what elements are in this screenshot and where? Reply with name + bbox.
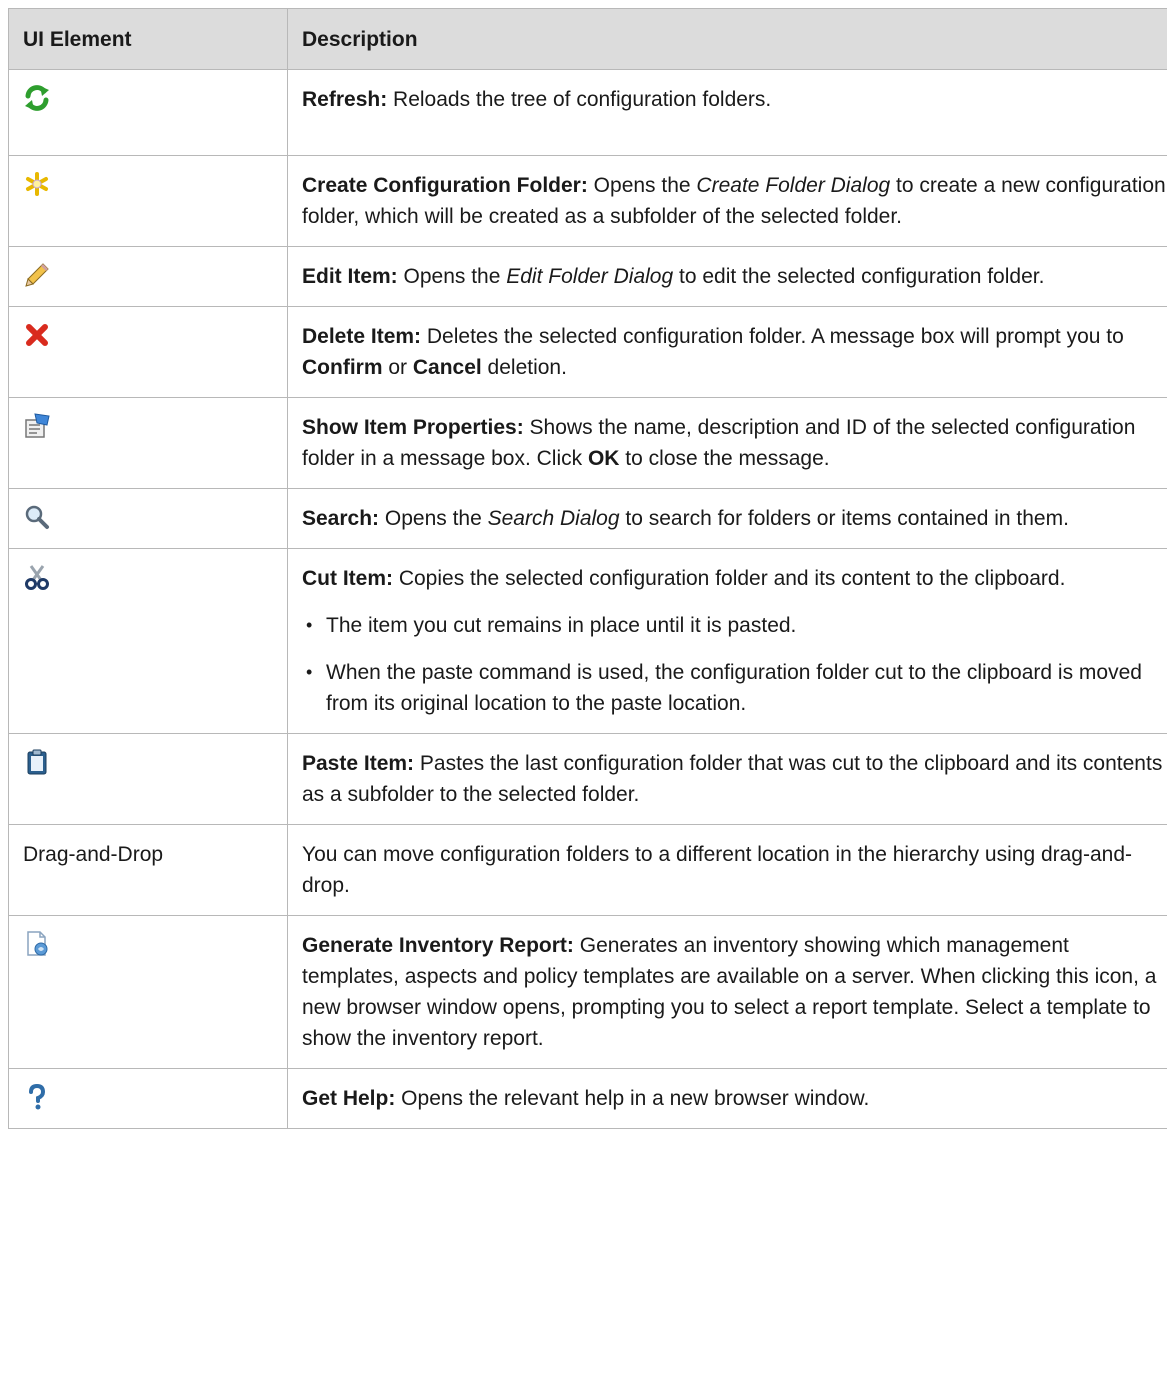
- description-cell: You can move configuration folders to a …: [287, 824, 1167, 916]
- ui-element-cell: [8, 733, 288, 825]
- table-row-search: Search: Opens the Search Dialog to searc…: [8, 488, 1167, 549]
- delete-icon: [26, 324, 48, 346]
- element-name: Refresh:: [302, 88, 388, 111]
- description-text: deletion.: [481, 356, 567, 379]
- description-text: Opens the: [397, 265, 507, 288]
- element-name: Edit Item:: [302, 265, 398, 288]
- description-text: to edit the selected configuration folde…: [673, 265, 1045, 288]
- ui-element-cell: Drag-and-Drop: [8, 824, 288, 916]
- ui-element-cell: [8, 1068, 288, 1129]
- description-cell: Refresh: Reloads the tree of configurati…: [287, 69, 1167, 156]
- description-text: Opens the relevant help in a new browser…: [395, 1087, 870, 1110]
- description-cell: Create Configuration Folder: Opens the C…: [287, 155, 1167, 247]
- list-item: When the paste command is used, the conf…: [306, 657, 1167, 719]
- description-text: to close the message.: [619, 447, 830, 470]
- ui-element-cell: [8, 246, 288, 307]
- ui-element-cell: [8, 306, 288, 398]
- element-name: Search:: [302, 507, 380, 530]
- table-row-inventory-report: Generate Inventory Report: Generates an …: [8, 915, 1167, 1069]
- table-row-refresh: Refresh: Reloads the tree of configurati…: [8, 69, 1167, 156]
- element-name: Show Item Properties:: [302, 416, 524, 439]
- ui-element-cell: [8, 548, 288, 734]
- ui-element-cell: [8, 488, 288, 549]
- description-cell: Search: Opens the Search Dialog to searc…: [287, 488, 1167, 549]
- table-row-edit-item: Edit Item: Opens the Edit Folder Dialog …: [8, 246, 1167, 307]
- ui-element-cell: [8, 155, 288, 247]
- element-name: Get Help:: [302, 1087, 396, 1110]
- element-name: Create Configuration Folder:: [302, 174, 588, 197]
- element-name: Cut Item:: [302, 567, 393, 590]
- confirm-label: Confirm: [302, 356, 383, 379]
- description-text: or: [382, 356, 413, 379]
- create-folder-icon: [26, 172, 48, 196]
- help-icon: [29, 1083, 46, 1110]
- ui-element-cell: [8, 69, 288, 156]
- element-name: Generate Inventory Report:: [302, 934, 574, 957]
- properties-icon: [25, 413, 50, 438]
- list-item: The item you cut remains in place until …: [306, 610, 1167, 641]
- description-text: Pastes the last configuration folder tha…: [302, 752, 1163, 806]
- column-header-ui-element: UI Element: [8, 8, 288, 70]
- description-cell: Cut Item: Copies the selected configurat…: [287, 548, 1167, 734]
- scissors-icon: [25, 565, 49, 590]
- table-row-cut-item: Cut Item: Copies the selected configurat…: [8, 548, 1167, 734]
- table-row-create-folder: Create Configuration Folder: Opens the C…: [8, 155, 1167, 247]
- search-icon: [25, 505, 49, 529]
- table-header: UI Element Description: [8, 8, 1167, 70]
- description-text: Opens the: [587, 174, 697, 197]
- description-cell: Paste Item: Pastes the last configuratio…: [287, 733, 1167, 825]
- element-name: Paste Item:: [302, 752, 415, 775]
- dialog-name: Create Folder Dialog: [696, 174, 891, 197]
- table-row-paste-item: Paste Item: Pastes the last configuratio…: [8, 733, 1167, 825]
- dialog-name: Edit Folder Dialog: [506, 265, 674, 288]
- description-cell: Generate Inventory Report: Generates an …: [287, 915, 1167, 1069]
- refresh-icon: [25, 85, 49, 111]
- table-row-drag-and-drop: Drag-and-Drop You can move configuration…: [8, 824, 1167, 916]
- pencil-icon: [25, 263, 49, 287]
- table-row-get-help: Get Help: Opens the relevant help in a n…: [8, 1068, 1167, 1129]
- dialog-name: Search Dialog: [487, 507, 620, 530]
- description-text: to search for folders or items contained…: [619, 507, 1069, 530]
- ui-elements-table: UI Element Description Refresh: Reloads …: [8, 8, 1167, 1129]
- table-row-show-properties: Show Item Properties: Shows the name, de…: [8, 397, 1167, 489]
- clipboard-icon: [27, 749, 47, 775]
- bullet-list: The item you cut remains in place until …: [302, 610, 1167, 719]
- description-cell: Delete Item: Deletes the selected config…: [287, 306, 1167, 398]
- element-name: Delete Item:: [302, 325, 422, 348]
- cancel-label: Cancel: [412, 356, 482, 379]
- inventory-report-icon: [27, 931, 48, 956]
- description-text: Opens the: [379, 507, 488, 530]
- ok-label: OK: [587, 447, 620, 470]
- description-text: Copies the selected configuration folder…: [393, 567, 1066, 590]
- description-cell: Get Help: Opens the relevant help in a n…: [287, 1068, 1167, 1129]
- description-text: Deletes the selected configuration folde…: [421, 325, 1124, 348]
- description-cell: Show Item Properties: Shows the name, de…: [287, 397, 1167, 489]
- description-text: Reloads the tree of configuration folder…: [387, 88, 772, 111]
- table-row-delete-item: Delete Item: Deletes the selected config…: [8, 306, 1167, 398]
- description-cell: Edit Item: Opens the Edit Folder Dialog …: [287, 246, 1167, 307]
- ui-element-cell: [8, 397, 288, 489]
- ui-element-cell: [8, 915, 288, 1069]
- column-header-description: Description: [287, 8, 1167, 70]
